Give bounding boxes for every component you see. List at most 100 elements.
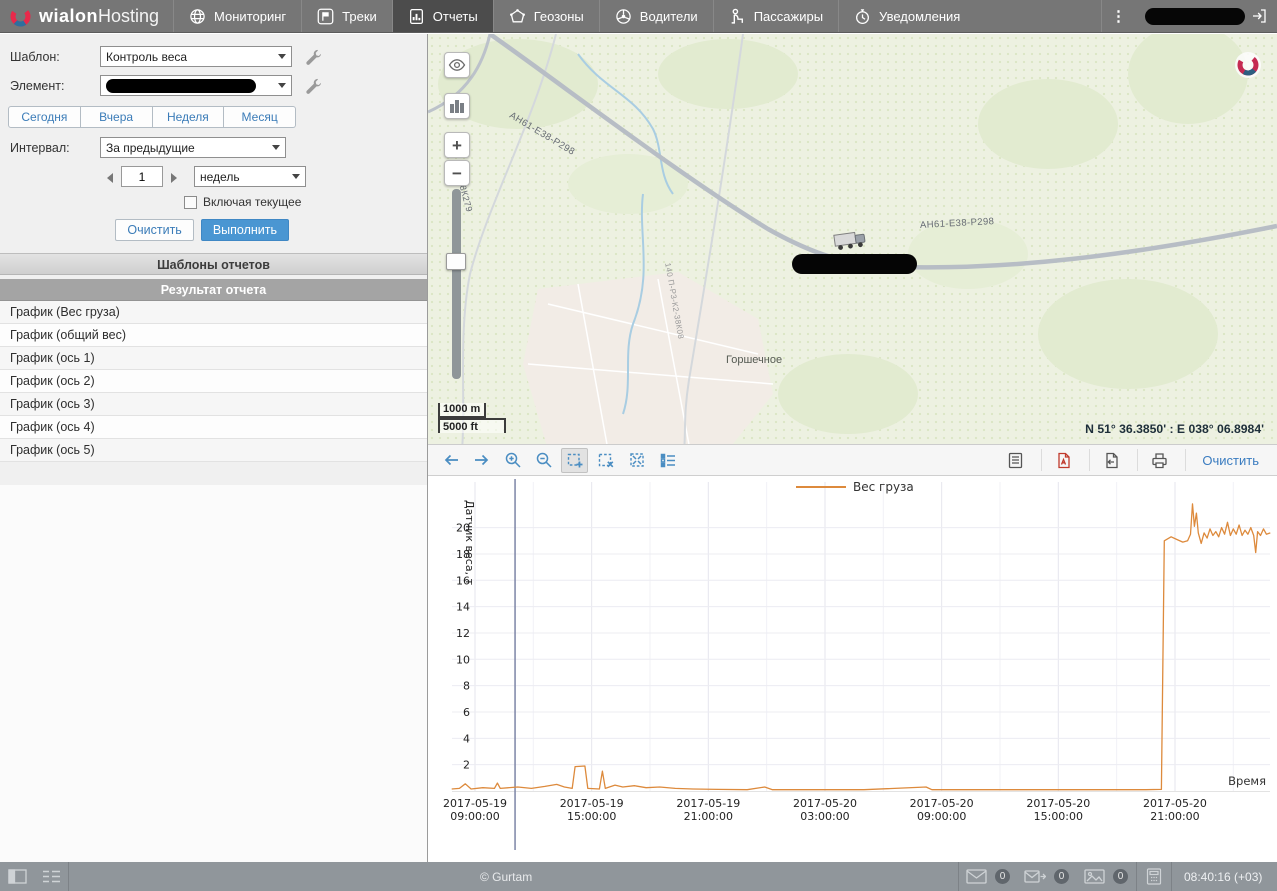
chart-legend-label: Вес груза xyxy=(853,480,914,494)
zoom-slider-track[interactable] xyxy=(452,189,461,379)
messages-icon[interactable] xyxy=(959,862,993,891)
unit-label: Элемент: xyxy=(10,79,100,93)
templates-header[interactable]: Шаблоны отчетов xyxy=(0,253,427,275)
chart-export-group: Очистить xyxy=(1002,448,1267,473)
calculator-icon[interactable] xyxy=(1137,862,1171,891)
tab-monitoring[interactable]: Мониторинг xyxy=(173,0,301,32)
chart-xtick-date: 2017-05-19 xyxy=(560,797,624,810)
mail-send-icon[interactable] xyxy=(1018,862,1052,891)
tab-label: Водители xyxy=(640,9,698,24)
chevron-down-icon xyxy=(278,83,286,88)
globe-icon xyxy=(189,8,206,25)
unit-truck-marker[interactable] xyxy=(832,228,869,257)
interval-select[interactable]: За предыдущие xyxy=(100,137,286,158)
geofence-icon xyxy=(509,8,526,25)
zoom-in-button[interactable]: + xyxy=(444,132,470,158)
more-menu-button[interactable]: ⋮ xyxy=(1101,0,1135,32)
weight-chart[interactable]: 24681012141618202017-05-1909:00:002017-0… xyxy=(428,476,1277,857)
flag-icon xyxy=(317,8,334,25)
interval-unit-select[interactable]: недель xyxy=(194,166,306,187)
forest-patch xyxy=(658,39,798,109)
result-item-chart-total-weight[interactable]: График (общий вес) xyxy=(0,324,427,347)
result-item-chart-axle2[interactable]: График (ось 2) xyxy=(0,370,427,393)
execute-button[interactable]: Выполнить xyxy=(201,219,289,241)
count-decrement-arrow[interactable] xyxy=(104,171,116,183)
map-watermark-logo xyxy=(1234,51,1262,84)
mail-count-badge: 0 xyxy=(1054,869,1069,884)
result-item-chart-axle5[interactable]: График (ось 5) xyxy=(0,439,427,462)
unit-select[interactable] xyxy=(100,75,292,96)
map-view[interactable]: АН61-Е38-Р298 АН61-Е38-Р298 38К279 140 П… xyxy=(428,34,1277,444)
result-item-chart-axle1[interactable]: График (ось 1) xyxy=(0,347,427,370)
range-today-button[interactable]: Сегодня xyxy=(8,106,81,128)
export-file-button[interactable] xyxy=(1098,448,1125,473)
result-item-chart-axle4[interactable]: График (ось 4) xyxy=(0,416,427,439)
chart-zoom-out-button[interactable] xyxy=(530,448,557,473)
chart-ytick-label: 10 xyxy=(456,653,470,666)
chart-marquee-zoom-button[interactable] xyxy=(561,448,588,473)
bottom-panel-list-button[interactable] xyxy=(34,862,68,891)
chart-xtick-date: 2017-05-20 xyxy=(793,797,857,810)
zoom-out-button[interactable]: − xyxy=(444,160,470,186)
chart-ytick-label: 14 xyxy=(456,601,470,614)
chart-xtick-date: 2017-05-19 xyxy=(443,797,507,810)
scale-metric: 1000 m xyxy=(438,403,486,418)
range-week-button[interactable]: Неделя xyxy=(153,106,225,128)
count-increment-arrow[interactable] xyxy=(168,171,180,183)
chart-reset-zoom-button[interactable] xyxy=(592,448,619,473)
chart-xtick-time: 21:00:00 xyxy=(684,810,733,823)
logout-button[interactable] xyxy=(1251,8,1277,24)
tab-tracks[interactable]: Треки xyxy=(301,0,392,32)
username-redacted[interactable] xyxy=(1145,8,1245,25)
passenger-icon xyxy=(729,8,746,25)
logo-text-wialon: wialon xyxy=(39,6,98,26)
chart-xtick-date: 2017-05-19 xyxy=(676,797,740,810)
map-source-button[interactable] xyxy=(444,93,470,119)
zoom-slider-handle[interactable] xyxy=(446,253,466,270)
range-month-button[interactable]: Месяц xyxy=(224,106,296,128)
toolbar-separator xyxy=(1041,449,1042,471)
template-settings-wrench-icon[interactable] xyxy=(304,48,321,65)
tab-geofences[interactable]: Геозоны xyxy=(493,0,599,32)
forest-patch xyxy=(1128,34,1248,124)
tab-drivers[interactable]: Водители xyxy=(599,0,713,32)
chart-legend-toggle-button[interactable] xyxy=(654,448,681,473)
tab-reports[interactable]: Отчеты xyxy=(392,0,493,32)
report-table-button[interactable] xyxy=(1002,448,1029,473)
top-navbar: wialonHosting Мониторинг Треки Отчеты xyxy=(0,0,1277,33)
chart-back-button[interactable] xyxy=(437,448,464,473)
layer-visibility-button[interactable] xyxy=(444,52,470,78)
unit-settings-wrench-icon[interactable] xyxy=(304,77,321,94)
chart-ytick-label: 8 xyxy=(463,680,470,693)
tab-passengers[interactable]: Пассажиры xyxy=(713,0,838,32)
interval-count-input[interactable] xyxy=(121,166,163,187)
chart-forward-button[interactable] xyxy=(468,448,495,473)
toolbar-separator xyxy=(1185,449,1186,471)
include-current-label: Включая текущее xyxy=(203,195,301,209)
tab-notifications[interactable]: Уведомления xyxy=(838,0,975,32)
range-yesterday-button[interactable]: Вчера xyxy=(81,106,153,128)
interval-unit-value: недель xyxy=(200,170,240,184)
export-pdf-button[interactable] xyxy=(1050,448,1077,473)
template-select[interactable]: Контроль веса xyxy=(100,46,292,67)
tab-label: Геозоны xyxy=(534,9,584,24)
result-header[interactable]: Результат отчета xyxy=(0,279,427,301)
result-item-chart-cargo-weight[interactable]: График (Вес груза) xyxy=(0,301,427,324)
right-column: АН61-Е38-Р298 АН61-Е38-Р298 38К279 140 П… xyxy=(428,34,1277,862)
template-select-value: Контроль веса xyxy=(106,50,187,64)
logo-text-hosting: Hosting xyxy=(98,6,159,26)
interval-count-row: недель xyxy=(104,166,417,187)
media-icon[interactable] xyxy=(1077,862,1111,891)
include-current-row: Включая текущее xyxy=(184,195,417,209)
result-item-chart-axle3[interactable]: График (ось 3) xyxy=(0,393,427,416)
chart-clear-button[interactable]: Очистить xyxy=(1194,450,1267,471)
chart-zoom-in-button[interactable] xyxy=(499,448,526,473)
print-button[interactable] xyxy=(1146,448,1173,473)
chart-ytick-label: 6 xyxy=(463,706,470,719)
toggle-panel-button[interactable] xyxy=(0,862,34,891)
tab-label: Мониторинг xyxy=(214,9,286,24)
include-current-checkbox[interactable] xyxy=(184,196,197,209)
status-bar: © Gurtam 0 0 0 08:40:16 (+03) xyxy=(0,862,1277,891)
chart-fit-button[interactable] xyxy=(623,448,650,473)
clear-button[interactable]: Очистить xyxy=(115,219,193,241)
